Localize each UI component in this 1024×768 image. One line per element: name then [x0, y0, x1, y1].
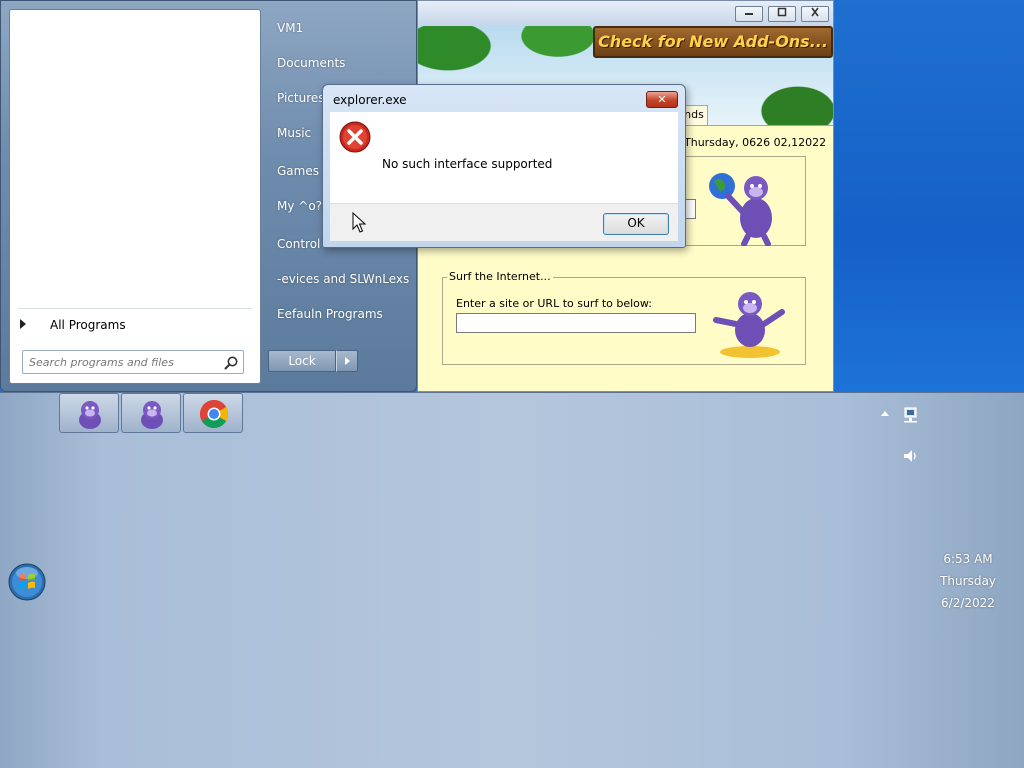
start-menu-programs-pane: All Programs — [9, 9, 261, 384]
start-search-box[interactable] — [22, 350, 244, 374]
bonzi-gorilla-globe-icon — [709, 173, 772, 246]
lock-button[interactable]: Lock — [268, 350, 336, 372]
close-button[interactable] — [801, 6, 829, 22]
minimize-button[interactable] — [735, 6, 763, 22]
search-input[interactable] — [27, 353, 217, 371]
dialog-body: No such interface supported — [330, 112, 678, 203]
maximize-icon — [777, 7, 787, 17]
panel-date: Thursday, 0626 02,12022 — [684, 136, 827, 149]
all-programs-divider — [18, 308, 252, 309]
chrome-icon — [200, 400, 228, 428]
start-item-devices-printers[interactable]: -evices and SLWnLexs — [277, 272, 409, 286]
bonzi-window-titlebar[interactable] — [418, 1, 833, 26]
start-item-user[interactable]: VM1 — [277, 21, 303, 35]
clock-date[interactable]: 6/2/2022 — [928, 596, 1008, 610]
error-icon — [339, 121, 371, 153]
triangle-right-icon — [20, 319, 26, 329]
start-item-documents[interactable]: Documents — [277, 56, 345, 70]
dialog-title: explorer.exe — [333, 93, 407, 107]
show-hidden-icons-icon[interactable] — [881, 411, 889, 416]
taskbar: 6:53 AM Thursday 6/2/2022 — [0, 392, 1024, 768]
clock-time[interactable]: 6:53 AM — [928, 552, 1008, 566]
bonzi-buddy-icon — [79, 401, 101, 429]
minimize-icon — [745, 13, 753, 15]
taskbar-button-bonzi-2[interactable] — [121, 393, 181, 433]
all-programs-label: All Programs — [50, 318, 126, 332]
surf-url-input[interactable] — [456, 313, 696, 333]
taskbar-button-bonzi-1[interactable] — [59, 393, 119, 433]
start-item-pictures[interactable]: Pictures — [277, 91, 325, 105]
all-programs-item[interactable]: All Programs — [10, 314, 260, 338]
ok-button[interactable]: OK — [603, 213, 669, 235]
check-addons-banner[interactable]: Check for New Add-Ons... — [593, 26, 833, 58]
taskbar-button-chrome[interactable] — [183, 393, 243, 433]
shutdown-options-button[interactable] — [336, 350, 358, 372]
search-icon[interactable] — [223, 355, 239, 371]
surf-group-title: Surf the Internet... — [447, 270, 553, 283]
bonzi-gorilla-surfboard-icon — [713, 292, 785, 358]
dialog-footer: OK — [330, 203, 678, 241]
clock-day[interactable]: Thursday — [928, 574, 1008, 588]
maximize-button[interactable] — [768, 6, 796, 22]
start-item-games[interactable]: Games — [277, 164, 319, 178]
start-item-default-programs[interactable]: Eefauln Programs — [277, 307, 383, 321]
surf-url-label: Enter a site or URL to surf to below: — [456, 297, 653, 310]
error-dialog: explorer.exe ✕ No such interface support… — [322, 84, 686, 248]
dialog-message: No such interface supported — [382, 157, 553, 171]
windows-start-orb-icon[interactable] — [8, 563, 46, 601]
start-item-music[interactable]: Music — [277, 126, 311, 140]
bonzi-buddy-icon — [141, 401, 163, 429]
dialog-close-button[interactable]: ✕ — [646, 91, 678, 108]
network-icon[interactable] — [902, 406, 920, 424]
start-item-control-panel[interactable]: Control I — [277, 237, 328, 251]
volume-icon[interactable] — [902, 447, 920, 465]
triangle-right-icon — [345, 357, 350, 365]
mouse-pointer-icon — [352, 212, 366, 233]
close-icon — [811, 7, 819, 17]
